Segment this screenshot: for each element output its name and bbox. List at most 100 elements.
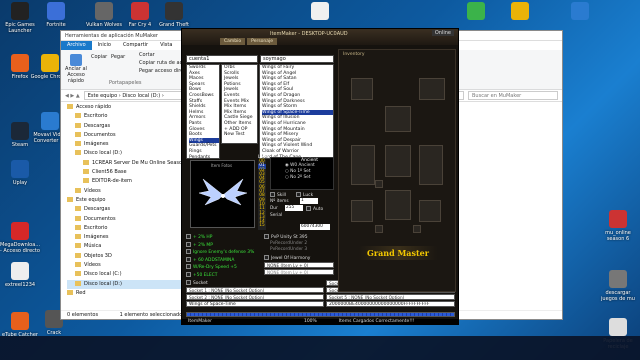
desktop-icon[interactable] — [560, 2, 600, 22]
app-icon — [11, 262, 29, 280]
list-item[interactable]: Pendants — [189, 155, 219, 159]
nav-item[interactable]: Música — [67, 242, 181, 251]
tab-cambio[interactable]: Cambio — [220, 38, 246, 45]
nav-item[interactable]: Imágenes — [67, 233, 181, 242]
pvp-line-2: PvRecordUnder 3 — [270, 247, 308, 252]
excellent-option-checkbox[interactable]: + 2% MP — [186, 241, 261, 248]
desktop-icon[interactable]: Grand Theft — [154, 2, 194, 28]
nav-item[interactable]: Descargas — [67, 205, 181, 214]
excellent-option-checkbox[interactable]: + 2% HP — [186, 234, 261, 240]
slot-pet[interactable] — [351, 78, 373, 100]
skill-checkbox[interactable]: Skill — [270, 192, 286, 198]
slot-right-hand[interactable] — [419, 145, 443, 185]
desktop-icon[interactable]: Fortnite — [36, 2, 76, 28]
item-name-field[interactable]: Wings of Space-Time — [186, 301, 324, 307]
slot-boots[interactable] — [419, 200, 441, 222]
status-item-count: 0 elementos — [67, 312, 99, 318]
serial-label: Serial — [270, 213, 283, 218]
app-icon — [47, 2, 65, 20]
copy-button[interactable]: Copiar — [91, 54, 107, 60]
nav-item[interactable]: EDITOR-de-item — [67, 177, 181, 186]
nav-item[interactable]: Red — [67, 289, 181, 298]
tab-inicio[interactable]: Inicio — [92, 41, 117, 50]
search-input[interactable]: Buscar en MuMaker — [468, 91, 558, 100]
desktop-icon[interactable]: Vulkan Wolves — [84, 2, 124, 28]
slot-ring-1[interactable] — [375, 225, 383, 233]
nav-item[interactable]: Este equipo — [67, 196, 181, 205]
auto-checkbox[interactable]: Auto — [306, 206, 323, 212]
harmony-select-2[interactable]: NONE (Item Lv + 0) — [264, 269, 334, 275]
nav-item[interactable]: Objetos 3D — [67, 252, 181, 261]
nav-item[interactable]: Vídeos — [67, 261, 181, 270]
desktop-icon[interactable]: Epic Games Launcher — [0, 2, 40, 34]
tab-archivo[interactable]: Archivo — [61, 41, 92, 50]
nav-item[interactable]: Disco local (D:) — [67, 149, 181, 158]
slot-helm[interactable] — [385, 106, 411, 132]
nav-item[interactable]: Imágenes — [67, 140, 181, 149]
nav-item[interactable]: Escritorio — [67, 112, 181, 121]
nr-items-input[interactable]: 1 — [300, 198, 318, 204]
list-item[interactable]: New Test — [224, 132, 257, 138]
class-label: Grand Master — [359, 246, 437, 260]
nav-item[interactable]: Escritorio — [67, 224, 181, 233]
character-select[interactable]: soymago — [260, 55, 334, 63]
desktop-icon[interactable]: descargar juegos de mu — [598, 270, 638, 302]
pin-button[interactable]: Anclar al Acceso rápido — [65, 54, 87, 84]
excellent-option-checkbox[interactable]: Ignore Enemy's defense 3% — [186, 249, 261, 255]
harmony-select[interactable]: NONE (Item Lv + 0) — [264, 262, 334, 268]
nav-arrows-icon[interactable]: ◀ ▶ ▲ — [61, 93, 80, 99]
item-hex-field[interactable]: 2000000BE40000000000000000FFFFFFFFFF — [326, 301, 455, 307]
item-preview: Item Fotos — [190, 160, 255, 228]
desktop-icon[interactable] — [500, 2, 540, 22]
account-select[interactable]: cuenta1 — [186, 55, 258, 63]
desktop-icon[interactable]: extreel1234 — [0, 262, 40, 288]
slot-pants[interactable] — [385, 190, 411, 220]
socket-5-select[interactable]: Socket 5 : NONE (No Socket Option) — [326, 294, 455, 300]
slot-armor[interactable] — [385, 145, 411, 177]
excellent-option-checkbox[interactable]: W/Re-Dry Speed +5 — [186, 264, 261, 270]
nav-item[interactable]: Descargas — [67, 122, 181, 131]
excellent-option-checkbox[interactable]: +50 ELECT — [186, 271, 261, 278]
slot-ring-2[interactable] — [413, 225, 421, 233]
nav-item[interactable]: Vídeos — [67, 187, 181, 196]
slot-gloves[interactable] — [351, 200, 373, 222]
nav-item[interactable]: Disco local (C:) — [67, 270, 181, 279]
pvp-checkbox[interactable]: PvP Unity St 395 — [264, 234, 308, 240]
slot-left-hand[interactable] — [351, 145, 375, 185]
level-item[interactable]: 15 — [258, 224, 266, 229]
item-list[interactable]: Wings of Fairy Wings of Angel Wings of Sat… — [259, 64, 334, 159]
desktop-icon[interactable]: mu_online season 6 — [598, 210, 638, 242]
paste-button[interactable]: Pegar — [111, 54, 125, 60]
slot-wings[interactable] — [419, 78, 445, 100]
serial-input[interactable]: 60074300 — [300, 224, 330, 230]
socket-checkbox[interactable]: Socket — [186, 280, 208, 286]
dur-input[interactable]: 255 — [285, 205, 303, 211]
nav-item[interactable]: Client56 Base — [67, 168, 181, 177]
nav-item[interactable]: Documentos — [67, 131, 181, 140]
level-list[interactable]: 00 01 02 03 04 05 06 07 08 09 10 11 12 13 14 15 — [258, 159, 266, 230]
category-list[interactable]: Swords Axes Maces Spears Bows CrossBows Staffs… — [186, 64, 220, 159]
nav-item[interactable]: Documentos — [67, 215, 181, 224]
socket-2-select[interactable]: Socket 2 : NONE (No Socket Option) — [186, 294, 324, 300]
desktop-icon[interactable] — [300, 2, 340, 22]
online-button[interactable]: Online — [431, 30, 454, 36]
tab-personaje[interactable]: Personaje — [247, 38, 278, 45]
slot-pendant[interactable] — [375, 180, 383, 188]
category-list-2[interactable]: Orbs Scrolls Jewels Potions Jewels Events Even… — [221, 64, 258, 144]
socket-1-select[interactable]: Socket 1 : NONE (No Socket Option) — [186, 287, 324, 293]
ancient-option[interactable]: ○ No 2º Set — [285, 175, 333, 181]
desktop-icon[interactable] — [456, 2, 496, 22]
explorer-title: Herramientas de aplicación MuMaker — [65, 33, 158, 39]
folder-icon — [75, 224, 81, 230]
nav-item-label: Acceso rápido — [76, 104, 112, 110]
desktop-icon[interactable]: Uplay — [0, 160, 40, 186]
harmony-checkbox[interactable]: Jewel Of Harmony — [264, 255, 310, 261]
excellent-option-checkbox[interactable]: + 60 ADDSTAMINA — [186, 256, 261, 263]
tab-compartir[interactable]: Compartir — [117, 41, 154, 50]
cut-button[interactable]: Cortar — [139, 52, 155, 58]
nav-item[interactable]: 1CREAR Server De Mu Online Season 6 ep — [67, 159, 198, 168]
nav-item[interactable]: Disco local (D:) — [67, 279, 181, 289]
nav-item[interactable]: Acceso rápido — [67, 103, 181, 112]
tab-vista[interactable]: Vista — [154, 41, 178, 50]
desktop-icon[interactable]: MegaDownloa... - Acceso directo — [0, 222, 40, 254]
